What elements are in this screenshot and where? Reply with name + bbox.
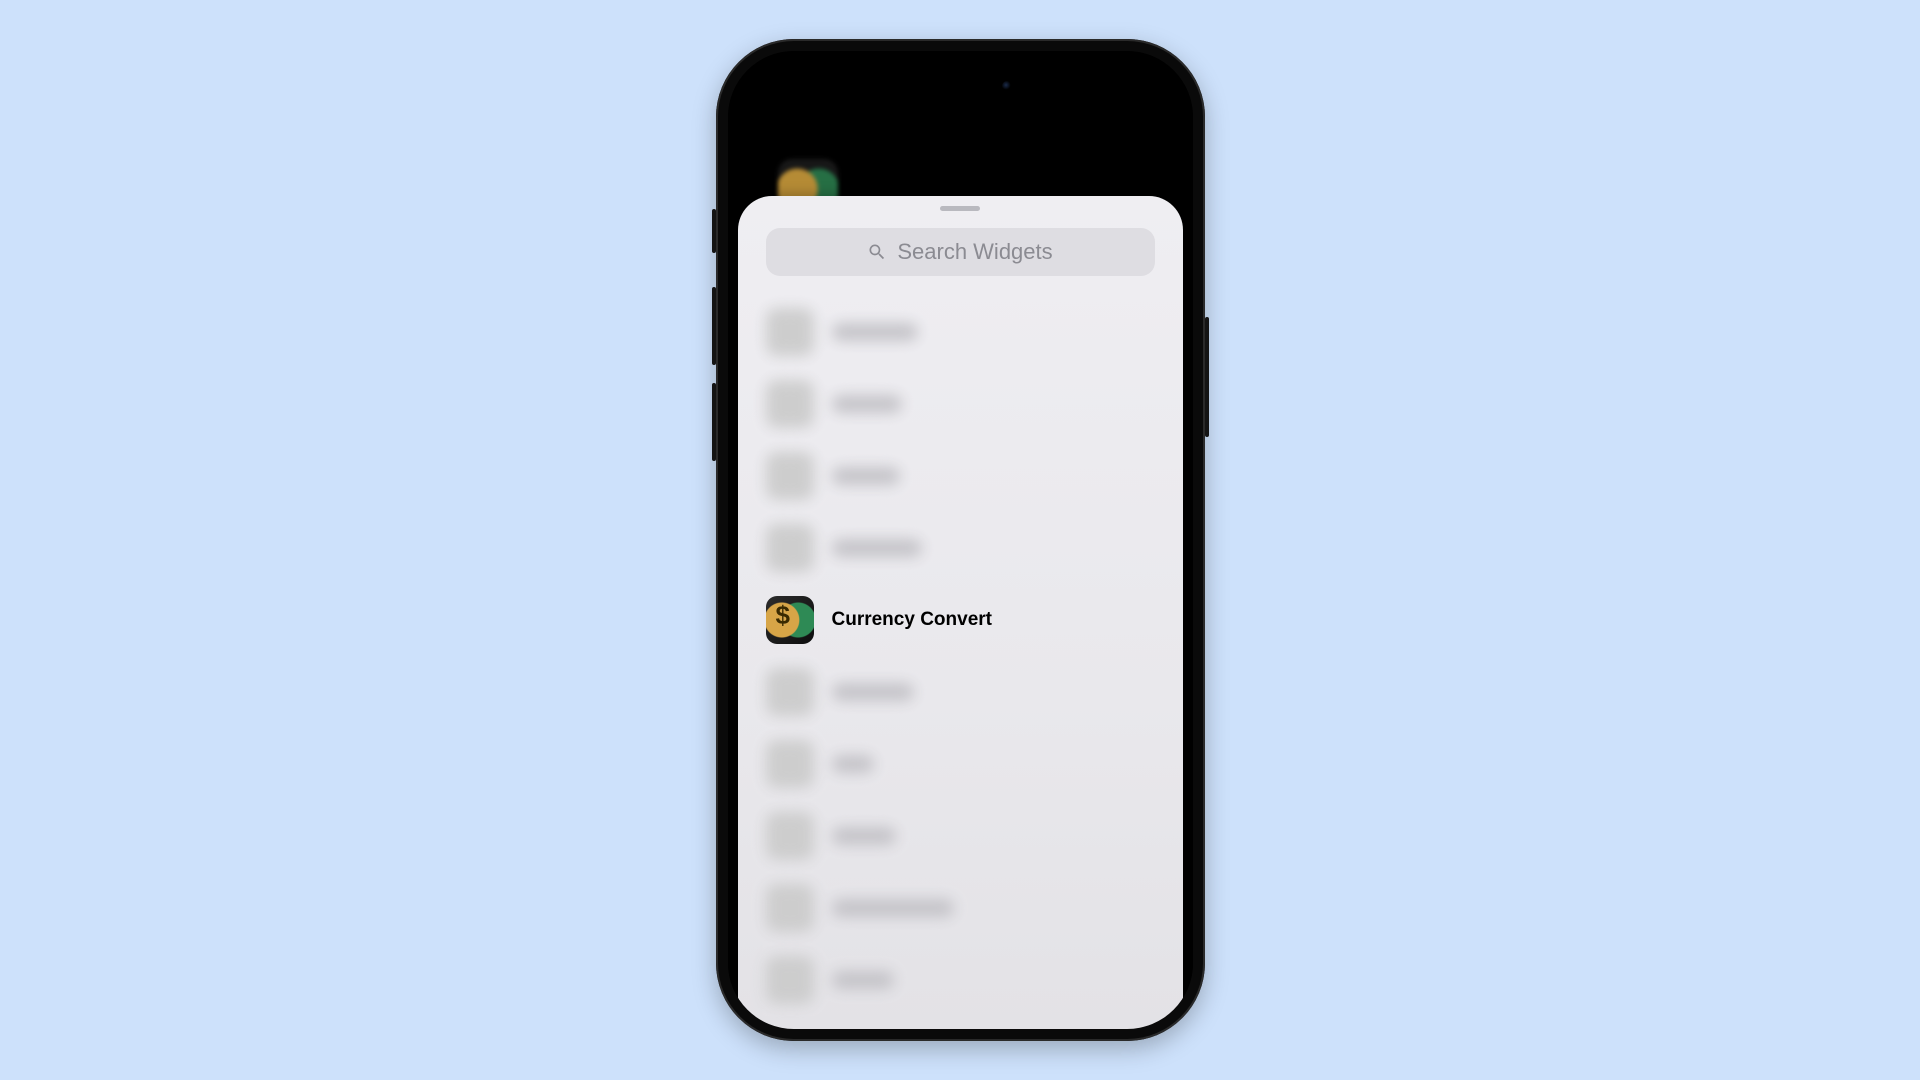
app-label-redacted [832,395,902,413]
app-icon [766,452,814,500]
widget-app-row-currency-convert[interactable]: Currency Convert [738,584,1183,656]
app-label-redacted [832,827,896,845]
app-label-redacted [832,899,954,917]
widget-app-row-blurred[interactable] [738,512,1183,584]
app-label-redacted [832,683,914,701]
search-widgets-field[interactable]: Search Widgets [766,228,1155,276]
search-placeholder: Search Widgets [897,239,1052,265]
app-label-redacted [832,323,918,341]
widget-app-row-blurred[interactable] [738,440,1183,512]
widget-app-row-blurred[interactable] [738,656,1183,728]
widget-gallery-sheet[interactable]: Search Widgets Currency Convert [738,196,1183,1029]
widget-app-row-blurred[interactable] [738,944,1183,1016]
app-label-redacted [832,755,874,773]
phone-screen: Search Widgets Currency Convert [728,51,1193,1029]
volume-up-button [712,287,716,365]
app-label-redacted [832,971,894,989]
dynamic-island [898,69,1022,103]
widget-app-row-blurred[interactable] [738,800,1183,872]
widget-app-row-blurred[interactable] [738,728,1183,800]
app-icon [766,308,814,356]
widget-app-row-blurred[interactable] [738,368,1183,440]
app-icon [766,668,814,716]
silent-switch [712,209,716,253]
phone-frame: Search Widgets Currency Convert [716,39,1205,1041]
widget-app-row-blurred[interactable] [738,296,1183,368]
sheet-grabber[interactable] [940,206,980,211]
app-icon [766,812,814,860]
power-button [1205,317,1209,437]
widget-app-row-blurred[interactable] [738,872,1183,944]
front-camera-icon [1002,81,1012,91]
app-label: Currency Convert [832,609,993,631]
app-icon [766,956,814,1004]
app-icon [766,884,814,932]
search-icon [867,242,887,262]
app-icon [766,740,814,788]
volume-down-button [712,383,716,461]
app-icon [766,524,814,572]
app-icon [766,380,814,428]
currency-convert-app-icon [766,596,814,644]
app-label-redacted [832,539,922,557]
widget-app-list[interactable]: Currency Convert [738,288,1183,1029]
app-label-redacted [832,467,900,485]
